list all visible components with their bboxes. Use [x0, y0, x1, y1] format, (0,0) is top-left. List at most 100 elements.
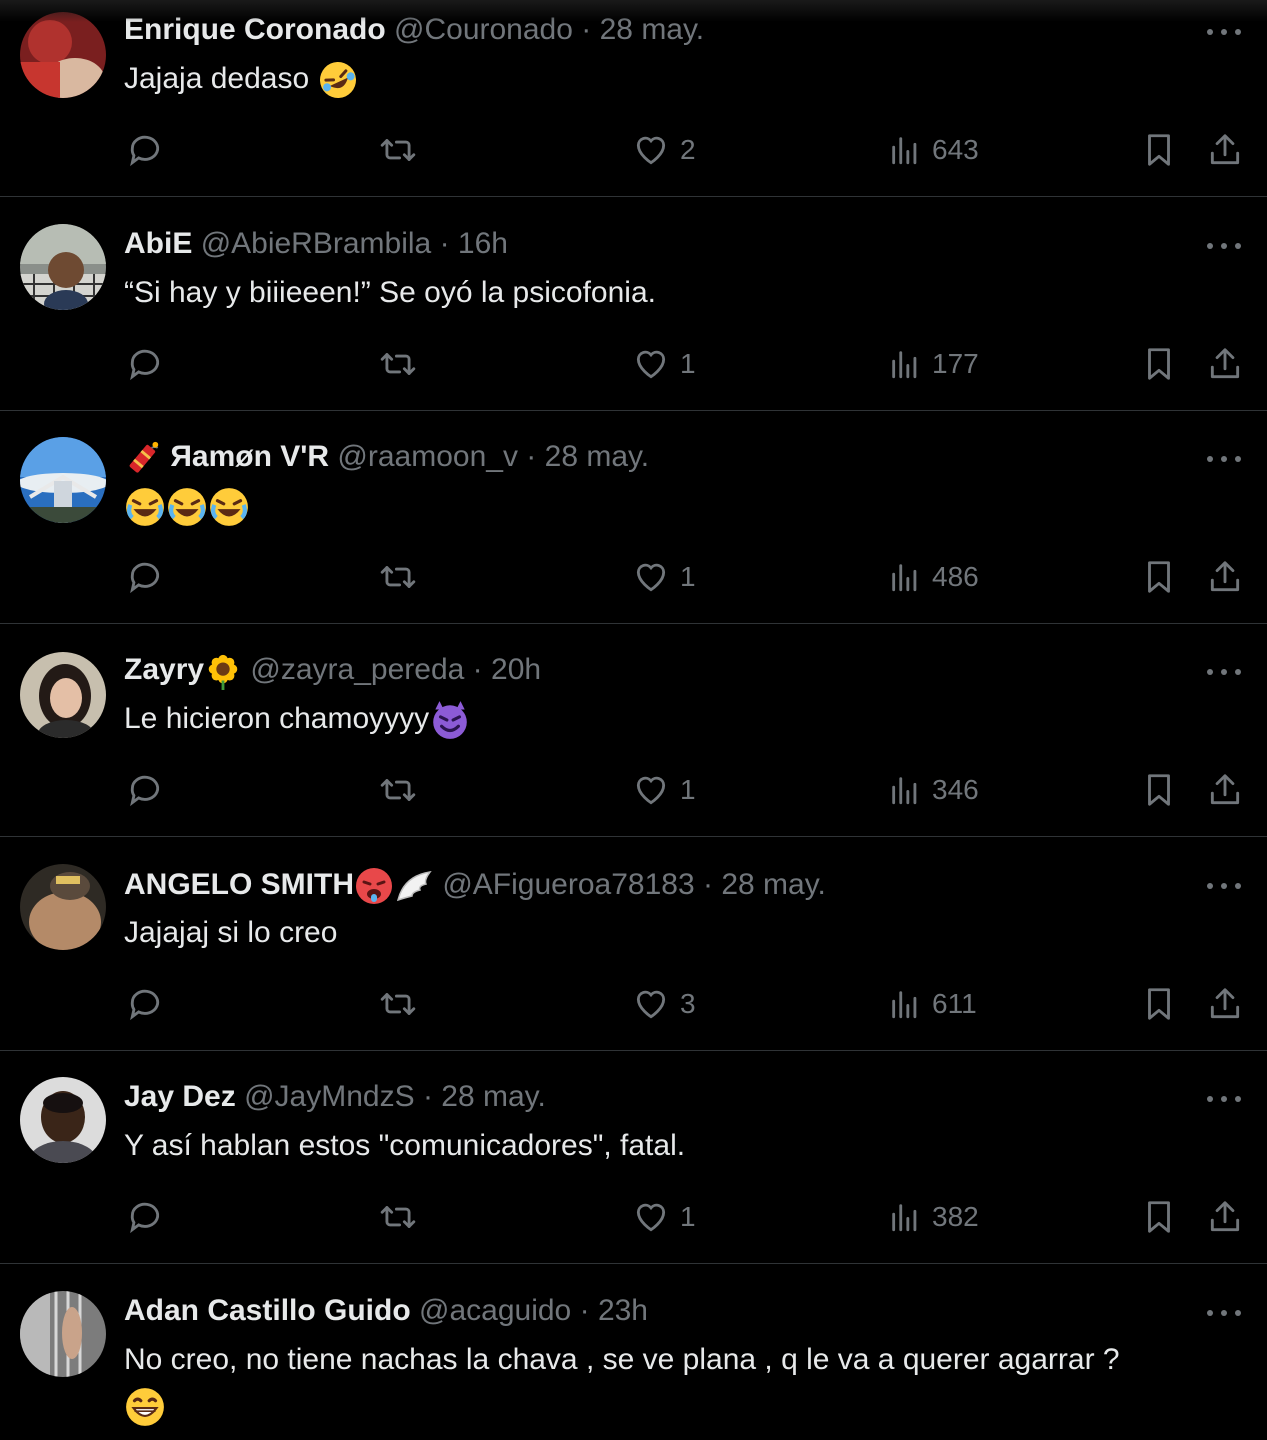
more-icon[interactable] — [1207, 27, 1241, 37]
repost-button[interactable] — [378, 558, 418, 596]
like-button[interactable]: 1 — [632, 771, 696, 809]
bookmark-icon — [1148, 134, 1170, 166]
share-icon — [1210, 988, 1240, 1019]
bookmark-button[interactable] — [1140, 771, 1178, 809]
avatar[interactable] — [20, 864, 106, 950]
views-button[interactable]: 611 — [888, 985, 977, 1023]
rolling-laughing-emoji — [319, 62, 356, 99]
repost-button[interactable] — [378, 771, 418, 809]
bookmark-button[interactable] — [1140, 1198, 1178, 1236]
like-icon — [636, 350, 666, 379]
timestamp[interactable]: 23h — [598, 1294, 648, 1327]
more-icon[interactable] — [1207, 1094, 1241, 1104]
reply-text: Le hicieron chamoyyyy — [124, 702, 430, 735]
handle[interactable]: @JayMndzS — [244, 1080, 415, 1113]
reply-item[interactable]: Adan Castillo Guido @acaguido · 23h No c… — [0, 1265, 1267, 1440]
reply-item[interactable]: Zayry @zayra_pereda · 20h Le hicieron ch… — [0, 624, 1267, 837]
repost-button[interactable] — [378, 985, 418, 1023]
repost-button[interactable] — [378, 1198, 418, 1236]
reply-button[interactable] — [126, 345, 164, 383]
reply-icon — [130, 1202, 160, 1234]
hot-face-emoji — [356, 868, 392, 904]
share-button[interactable] — [1206, 558, 1244, 596]
more-icon[interactable] — [1207, 1308, 1241, 1318]
timestamp[interactable]: 28 may. — [441, 1080, 546, 1113]
timestamp[interactable]: 20h — [491, 653, 541, 686]
more-icon[interactable] — [1207, 667, 1241, 677]
bookmark-button[interactable] — [1140, 345, 1178, 383]
like-button[interactable]: 2 — [632, 131, 696, 169]
handle[interactable]: @acaguido — [419, 1294, 571, 1327]
reply-button[interactable] — [126, 985, 164, 1023]
display-name[interactable]: Яamøn V'R — [170, 440, 329, 473]
handle[interactable]: @zayra_pereda — [250, 653, 464, 686]
timestamp[interactable]: 28 may. — [721, 868, 826, 901]
repost-button[interactable] — [378, 131, 418, 169]
views-button[interactable]: 643 — [888, 131, 979, 169]
reply-button[interactable] — [126, 558, 164, 596]
like-button[interactable]: 3 — [632, 985, 696, 1023]
separator: · — [579, 1294, 590, 1327]
views-count: 382 — [932, 1201, 979, 1232]
like-count: 1 — [680, 348, 696, 379]
reply-button[interactable] — [126, 771, 164, 809]
views-icon — [892, 1204, 917, 1232]
reply-text-row: “Si hay y biiieeen!” Se oyó la psicofoni… — [124, 270, 1207, 316]
reply-button[interactable] — [126, 1198, 164, 1236]
repost-button[interactable] — [378, 345, 418, 383]
views-button[interactable]: 346 — [888, 771, 979, 809]
timestamp[interactable]: 28 may. — [545, 440, 650, 473]
share-button[interactable] — [1206, 1198, 1244, 1236]
like-count: 1 — [680, 774, 696, 805]
avatar[interactable] — [20, 224, 106, 310]
avatar[interactable] — [20, 1291, 106, 1377]
share-button[interactable] — [1206, 985, 1244, 1023]
share-icon — [1210, 134, 1240, 165]
more-icon[interactable] — [1207, 241, 1241, 251]
more-icon[interactable] — [1207, 881, 1241, 891]
timestamp[interactable]: 16h — [458, 227, 508, 260]
share-button[interactable] — [1206, 771, 1244, 809]
share-button[interactable] — [1206, 345, 1244, 383]
views-button[interactable]: 382 — [888, 1198, 979, 1236]
bookmark-icon — [1148, 561, 1170, 593]
handle[interactable]: @AFigueroa78183 — [442, 868, 694, 901]
avatar[interactable] — [20, 437, 106, 523]
views-button[interactable]: 486 — [888, 558, 979, 596]
wing-emoji — [396, 870, 432, 902]
reply-item[interactable]: ANGELO SMITH @AFigueroa78183 · 28 may. J… — [0, 838, 1267, 1051]
repost-icon — [380, 566, 416, 588]
reply-item[interactable]: Enrique Coronado @Couronado · 28 may. Ja… — [0, 0, 1267, 197]
like-button[interactable]: 1 — [632, 558, 696, 596]
display-name[interactable]: Adan Castillo Guido — [124, 1294, 411, 1327]
share-button[interactable] — [1206, 131, 1244, 169]
display-name[interactable]: Jay Dez — [124, 1080, 236, 1113]
reply-item[interactable]: AbiE @AbieRBrambila · 16h “Si hay y biii… — [0, 198, 1267, 411]
reply-text: “Si hay y biiieeen!” Se oyó la psicofoni… — [124, 276, 656, 309]
avatar[interactable] — [20, 12, 106, 98]
reply-button[interactable] — [126, 131, 164, 169]
display-name[interactable]: ANGELO SMITH — [124, 868, 354, 901]
views-count: 643 — [932, 134, 979, 165]
reply-item[interactable]: Jay Dez @JayMndzS · 28 may. Y así hablan… — [0, 1051, 1267, 1264]
reply-text: Jajajaj si lo creo — [124, 916, 338, 949]
display-name[interactable]: Zayry — [124, 653, 204, 686]
avatar[interactable] — [20, 652, 106, 738]
bookmark-button[interactable] — [1140, 985, 1178, 1023]
more-icon[interactable] — [1207, 454, 1241, 464]
like-button[interactable]: 1 — [632, 1198, 696, 1236]
handle[interactable]: @AbieRBrambila — [201, 227, 432, 260]
handle[interactable]: @raamoon_v — [337, 440, 518, 473]
views-icon — [892, 777, 917, 805]
like-button[interactable]: 1 — [632, 345, 696, 383]
avatar[interactable] — [20, 1077, 106, 1163]
top-fade — [0, 0, 1267, 22]
reply-header: Zayry @zayra_pereda · 20h — [124, 652, 541, 691]
reply-icon — [130, 562, 160, 594]
views-button[interactable]: 177 — [888, 345, 979, 383]
reply-item[interactable]: Яamøn V'R @raamoon_v · 28 may. 1 486 — [0, 411, 1267, 624]
bookmark-button[interactable] — [1140, 558, 1178, 596]
display-name[interactable]: AbiE — [124, 227, 192, 260]
bookmark-button[interactable] — [1140, 131, 1178, 169]
like-icon — [636, 136, 666, 165]
